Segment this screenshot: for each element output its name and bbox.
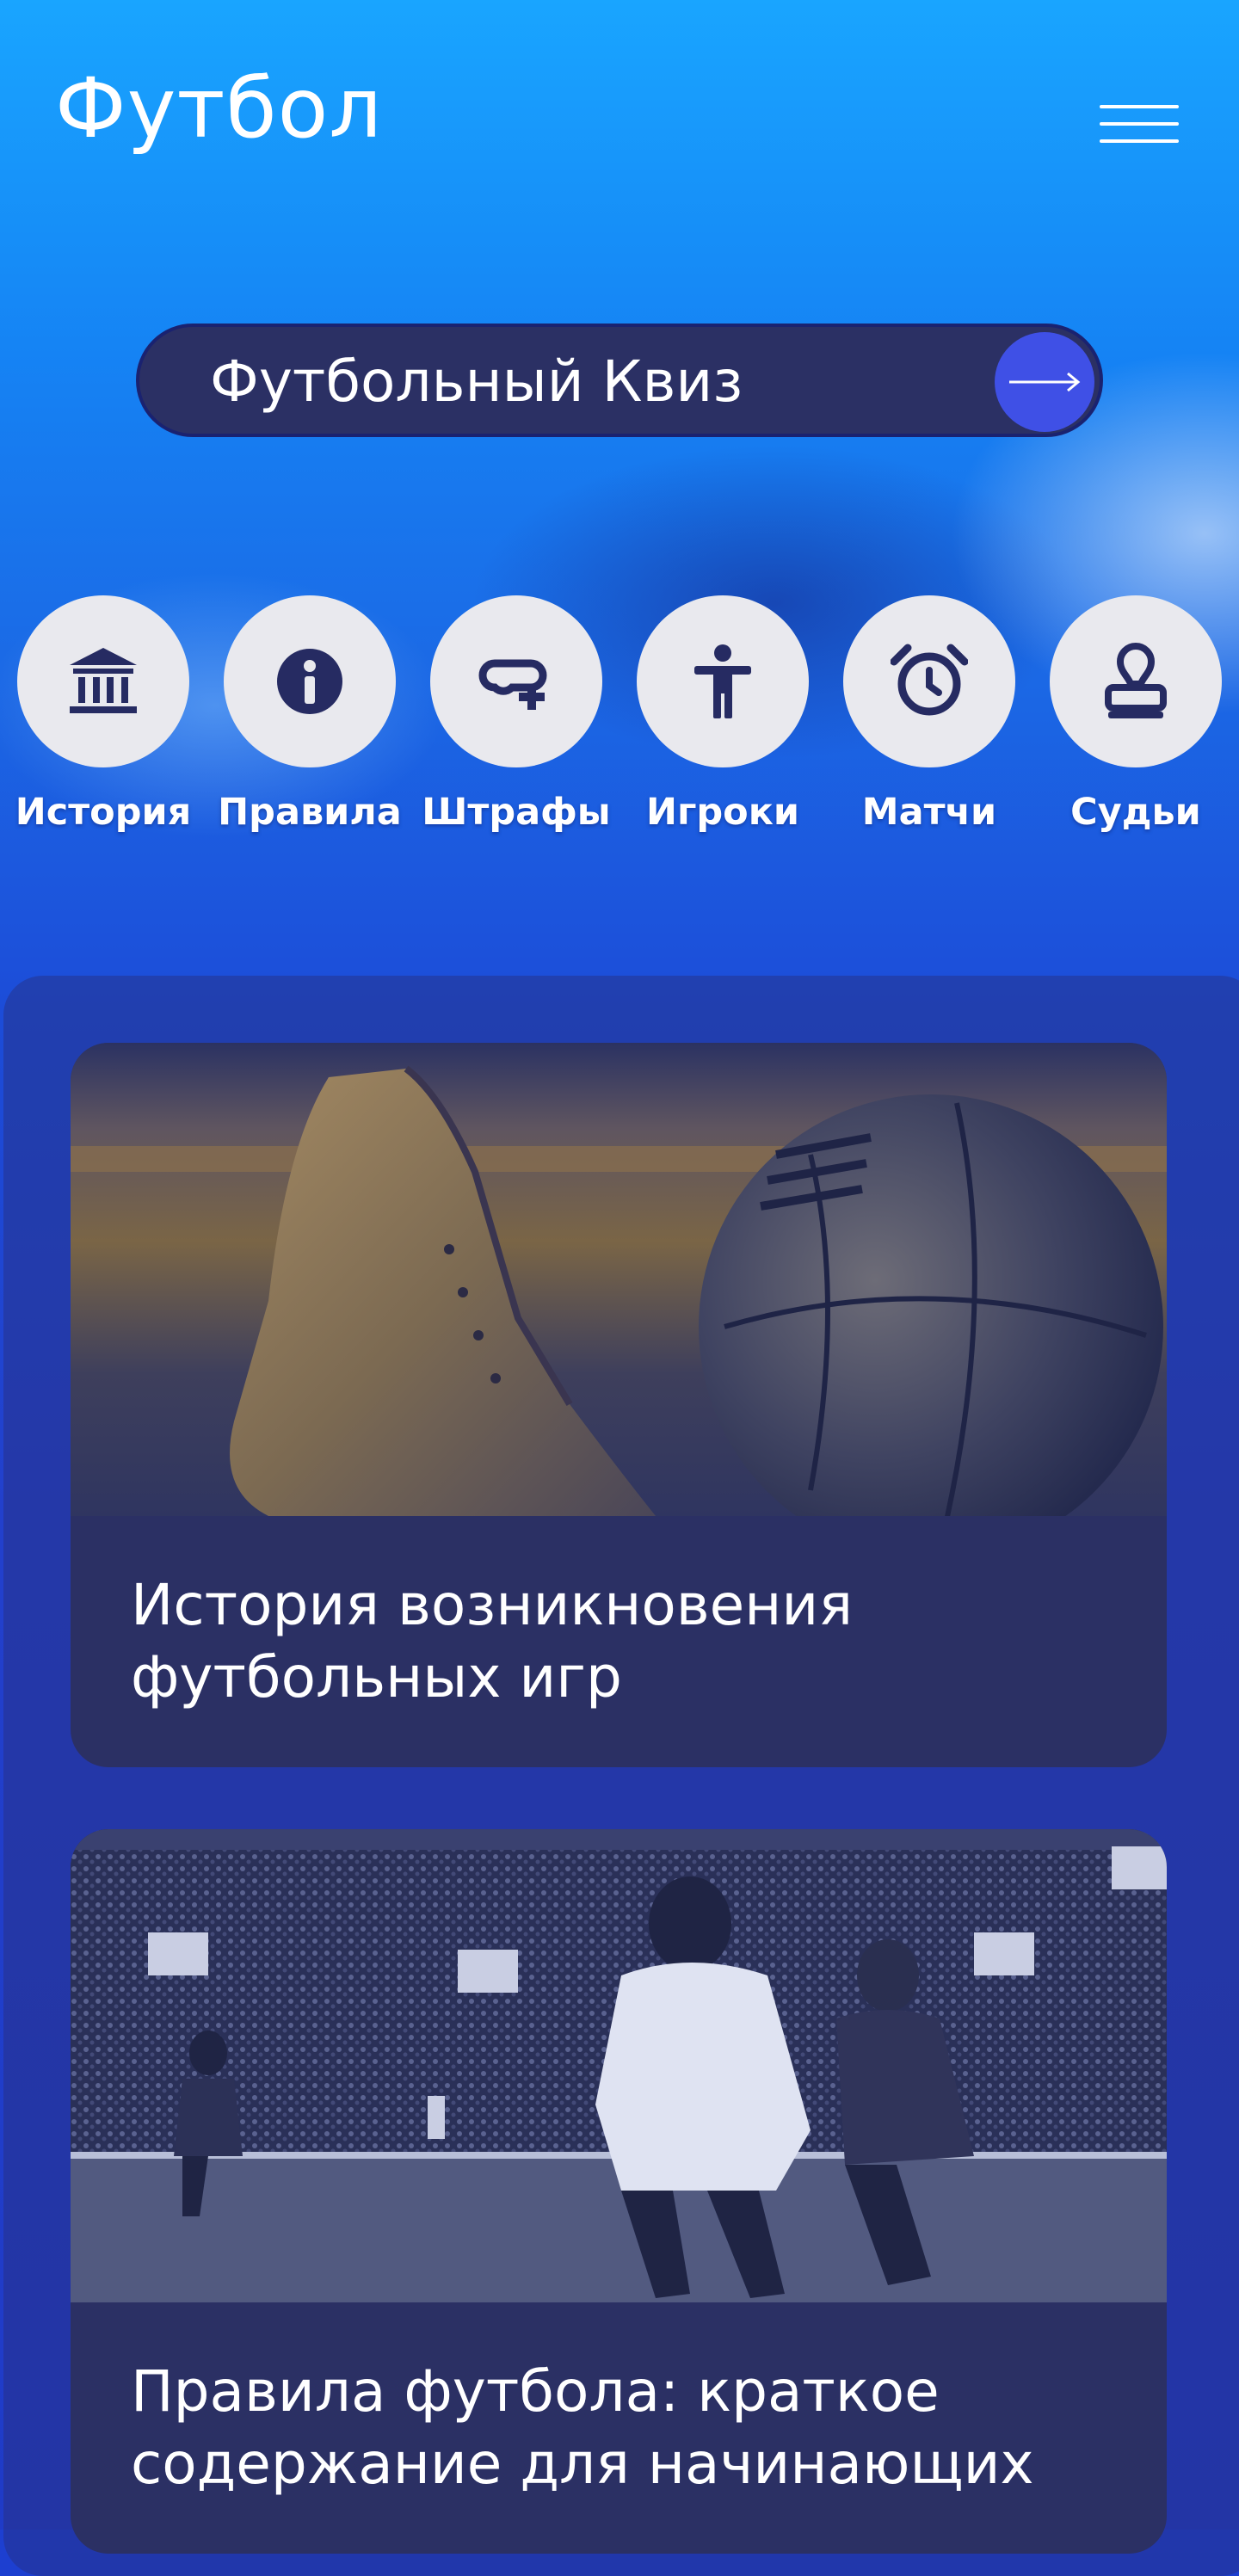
category-label: Судьи: [1070, 791, 1201, 834]
info-icon: [224, 595, 396, 767]
whistle-icon: [430, 595, 602, 767]
category-penalties[interactable]: Штрафы: [413, 595, 620, 835]
category-label: Правила: [218, 791, 402, 834]
category-label: Штрафы: [422, 791, 611, 834]
boot-and-ball-image: [71, 1043, 1167, 1516]
category-matches[interactable]: Матчи: [826, 595, 1032, 835]
category-label: Игроки: [645, 791, 800, 834]
stamp-icon: [1050, 595, 1222, 767]
category-history[interactable]: История: [0, 595, 206, 835]
category-rules[interactable]: Правила: [206, 595, 413, 835]
category-players[interactable]: Игроки: [620, 595, 826, 835]
category-label: Матчи: [861, 791, 997, 834]
article-card[interactable]: Правила футбола: краткое содержание для …: [71, 1829, 1167, 2554]
article-card[interactable]: История возникновения футбольных игр: [71, 1043, 1167, 1767]
category-referees[interactable]: Судьи: [1032, 595, 1239, 835]
menu-icon[interactable]: [1096, 102, 1182, 150]
museum-icon: [17, 595, 189, 767]
alarm-clock-icon: [843, 595, 1015, 767]
arrow-right-icon[interactable]: [995, 332, 1094, 432]
quiz-button[interactable]: Футбольный Квиз: [136, 324, 1103, 437]
article-title: История возникновения футбольных игр: [131, 1572, 854, 1710]
article-title: Правила футбола: краткое содержание для …: [131, 2358, 1034, 2497]
category-label: История: [15, 791, 192, 834]
person-icon: [637, 595, 809, 767]
quiz-label: Футбольный Квиз: [210, 348, 743, 415]
vintage-match-photo: [71, 1829, 1167, 2302]
page-title: Футбол: [55, 60, 383, 157]
